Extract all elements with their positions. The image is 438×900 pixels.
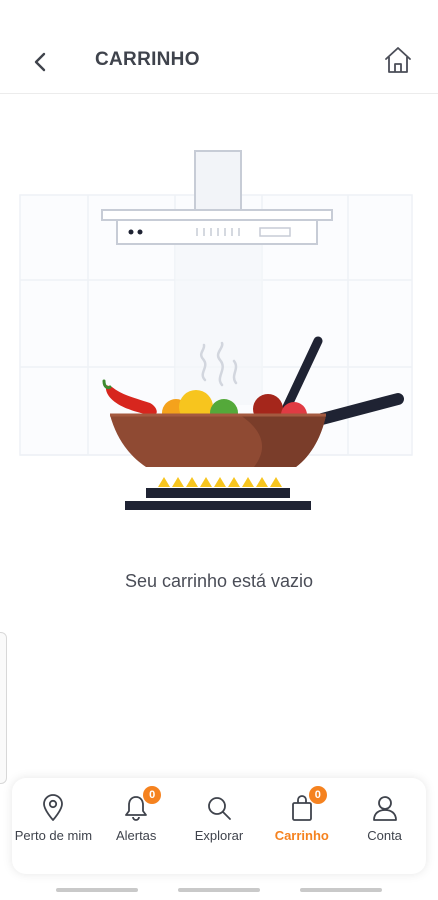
user-icon	[372, 796, 397, 821]
nav-label: Conta	[367, 828, 402, 843]
empty-cart-message: Seu carrinho está vazio	[124, 571, 314, 591]
search-icon	[208, 797, 231, 820]
empty-cart-illustration	[19, 150, 413, 510]
notification-badge: 0	[143, 786, 162, 804]
chevron-left-icon	[34, 52, 46, 72]
cart-count-badge: 0	[308, 786, 327, 804]
location-pin-icon	[43, 794, 64, 821]
nav-item-alertas[interactable]: 0 Alertas	[97, 778, 175, 846]
app-header: CARRINHO	[0, 0, 438, 94]
nav-item-perto-de-mim[interactable]: Perto de mim	[14, 778, 92, 846]
stove-burner	[125, 477, 311, 510]
nav-label: Carrinho	[274, 828, 329, 843]
gesture-indicator	[300, 888, 382, 892]
system-gesture-bar	[0, 888, 438, 894]
nav-label: Alertas	[115, 828, 157, 843]
nav-label: Explorar	[194, 828, 244, 843]
gesture-indicator	[56, 888, 138, 892]
page-title: CARRINHO	[95, 49, 200, 70]
home-button[interactable]	[380, 42, 416, 78]
nav-label: Perto de mim	[14, 828, 93, 843]
bottom-navigation: Perto de mim 0 Alertas Explorar 0 Carrin…	[12, 778, 426, 874]
cart-screen: CARRINHO Seu carrinho está vazio Perto d…	[0, 0, 438, 900]
nav-item-explorar[interactable]: Explorar	[180, 778, 258, 846]
nav-item-conta[interactable]: Conta	[346, 778, 424, 846]
back-button[interactable]	[22, 44, 58, 80]
home-icon	[385, 47, 411, 73]
nav-item-carrinho[interactable]: 0 Carrinho	[263, 778, 341, 846]
gesture-indicator	[178, 888, 260, 892]
side-drawer-handle[interactable]	[0, 632, 7, 784]
